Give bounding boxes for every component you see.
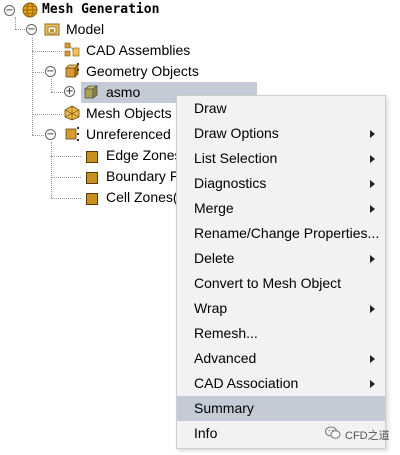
tree-connector [51, 142, 52, 198]
menu-item-wrap[interactable]: Wrap [177, 296, 385, 321]
wechat-icon [325, 426, 341, 443]
menu-item-cad-association[interactable]: CAD Association [177, 371, 385, 396]
tree-item-asmo[interactable]: asmo [106, 82, 140, 102]
submenu-arrow-icon [370, 180, 375, 188]
menu-item-draw-options[interactable]: Draw Options [177, 121, 385, 146]
submenu-arrow-icon [370, 355, 375, 363]
tree-item-cell-zones[interactable]: Cell Zones( [106, 187, 178, 207]
tree-connector [51, 156, 81, 157]
menu-item-rename-change-properties[interactable]: Rename/Change Properties... [177, 221, 385, 246]
tree-item-cad-assemblies[interactable]: CAD Assemblies [86, 40, 190, 60]
model-icon [44, 21, 60, 40]
tree-connector [15, 17, 16, 29]
menu-item-draw[interactable]: Draw [177, 96, 385, 121]
zone-icon [86, 150, 98, 166]
menu-item-delete[interactable]: Delete [177, 246, 385, 271]
collapse-toggle[interactable]: − [4, 5, 15, 16]
zone-icon [86, 192, 98, 208]
submenu-arrow-icon [370, 130, 375, 138]
tree-item-geometry-objects[interactable]: Geometry Objects [86, 61, 199, 81]
collapse-toggle[interactable]: − [26, 24, 37, 35]
context-menu: Draw Draw Options List Selection Diagnos… [176, 95, 386, 449]
menu-item-diagnostics[interactable]: Diagnostics [177, 171, 385, 196]
unreferenced-icon [64, 126, 80, 145]
zone-icon [86, 171, 98, 187]
tree-connector [51, 92, 65, 93]
tree-item-unreferenced[interactable]: Unreferenced [86, 124, 171, 144]
tree-item-edge-zones[interactable]: Edge Zones [106, 145, 182, 165]
tree-connector [51, 177, 81, 178]
tree-item-mesh-generation[interactable]: Mesh Generation [42, 0, 159, 20]
menu-item-remesh[interactable]: Remesh... [177, 321, 385, 346]
geometry-object-icon [83, 84, 99, 103]
collapse-toggle[interactable]: − [45, 129, 56, 140]
tree-item-model[interactable]: Model [66, 19, 104, 39]
submenu-arrow-icon [370, 155, 375, 163]
tree-connector [32, 135, 44, 136]
menu-item-summary[interactable]: Summary [177, 396, 385, 421]
submenu-arrow-icon [370, 255, 375, 263]
tree-connector [32, 38, 33, 135]
submenu-arrow-icon [370, 305, 375, 313]
menu-item-advanced[interactable]: Advanced [177, 346, 385, 371]
menu-item-merge[interactable]: Merge [177, 196, 385, 221]
tree-connector [51, 198, 81, 199]
tree-connector [51, 79, 52, 92]
geometry-objects-icon [64, 63, 80, 82]
watermark-text: CFD之道 [345, 429, 390, 442]
expand-toggle[interactable]: + [64, 86, 75, 97]
watermark: CFD之道 [325, 426, 390, 443]
tree-connector [15, 29, 25, 30]
submenu-arrow-icon [370, 205, 375, 213]
submenu-arrow-icon [370, 380, 375, 388]
tree-connector [32, 114, 62, 115]
menu-item-convert-to-mesh-object[interactable]: Convert to Mesh Object [177, 271, 385, 296]
mesh-objects-icon [64, 105, 80, 124]
tree-connector [32, 51, 62, 52]
tree-connector [32, 72, 44, 73]
menu-item-list-selection[interactable]: List Selection [177, 146, 385, 171]
collapse-toggle[interactable]: − [45, 66, 56, 77]
tree-item-boundary-face-zones[interactable]: Boundary F [106, 166, 178, 186]
cad-assemblies-icon [64, 42, 80, 61]
globe-icon [22, 2, 38, 21]
tree-item-mesh-objects[interactable]: Mesh Objects [86, 103, 172, 123]
